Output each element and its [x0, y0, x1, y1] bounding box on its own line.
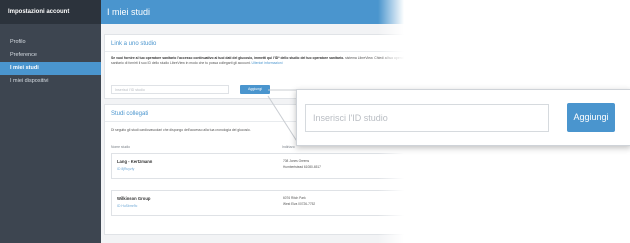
add-study-button[interactable]: Aggiungi — [240, 85, 270, 94]
study-address-line1: 708 Jones Greens — [283, 159, 310, 163]
study-id: ID HuSbmr9c — [117, 204, 138, 208]
study-id-input-zoomed[interactable]: Inserisci l'ID studio — [305, 104, 549, 132]
page-title: I miei studi — [101, 0, 404, 24]
add-study-button-zoomed[interactable]: Aggiungi — [567, 103, 615, 132]
study-address-line1: 6076 Ritch Park — [283, 196, 306, 200]
sidebar-title: Impostazioni account — [0, 0, 101, 24]
study-name: Lang - Kertzmann — [117, 159, 153, 164]
study-row[interactable]: Wilkinson Group ID HuSbmr9c 6076 Ritch P… — [111, 190, 404, 216]
column-header-name: Nome studio — [111, 145, 131, 149]
more-info-link[interactable]: Ulteriori informazioni — [252, 61, 283, 65]
sidebar-nav: Profilo Preference I miei studi I miei d… — [0, 36, 101, 88]
study-address-line2: Humbertstead 61080-6517 — [283, 165, 321, 169]
study-address-line2: West Elva 00726-7752 — [283, 202, 316, 206]
zoom-callout: Inserisci l'ID studio Aggiungi — [296, 89, 630, 146]
study-name: Wilkinson Group — [117, 196, 151, 201]
sidebar-item-miei-studi[interactable]: I miei studi — [0, 62, 101, 75]
link-study-description-bold: Se vuoi fornire al tuo operatore sanitar… — [111, 56, 345, 60]
sidebar-item-preference[interactable]: Preference — [0, 49, 101, 62]
sidebar: Impostazioni account Profilo Preference … — [0, 0, 101, 243]
study-row[interactable]: Lang - Kertzmann ID 8jRuyzfy 708 Jones G… — [111, 153, 404, 179]
sidebar-item-profilo[interactable]: Profilo — [0, 36, 101, 49]
study-id-input[interactable]: Inserisci l'ID studio — [111, 85, 229, 94]
sidebar-item-miei-dispositivi[interactable]: I miei dispositivi — [0, 75, 101, 88]
study-id: ID 8jRuyzfy — [117, 167, 135, 171]
column-header-address: Indirizzo — [282, 145, 295, 149]
link-study-description: Se vuoi fornire al tuo operatore sanitar… — [105, 52, 404, 66]
link-study-title: Link a uno studio — [111, 41, 157, 47]
